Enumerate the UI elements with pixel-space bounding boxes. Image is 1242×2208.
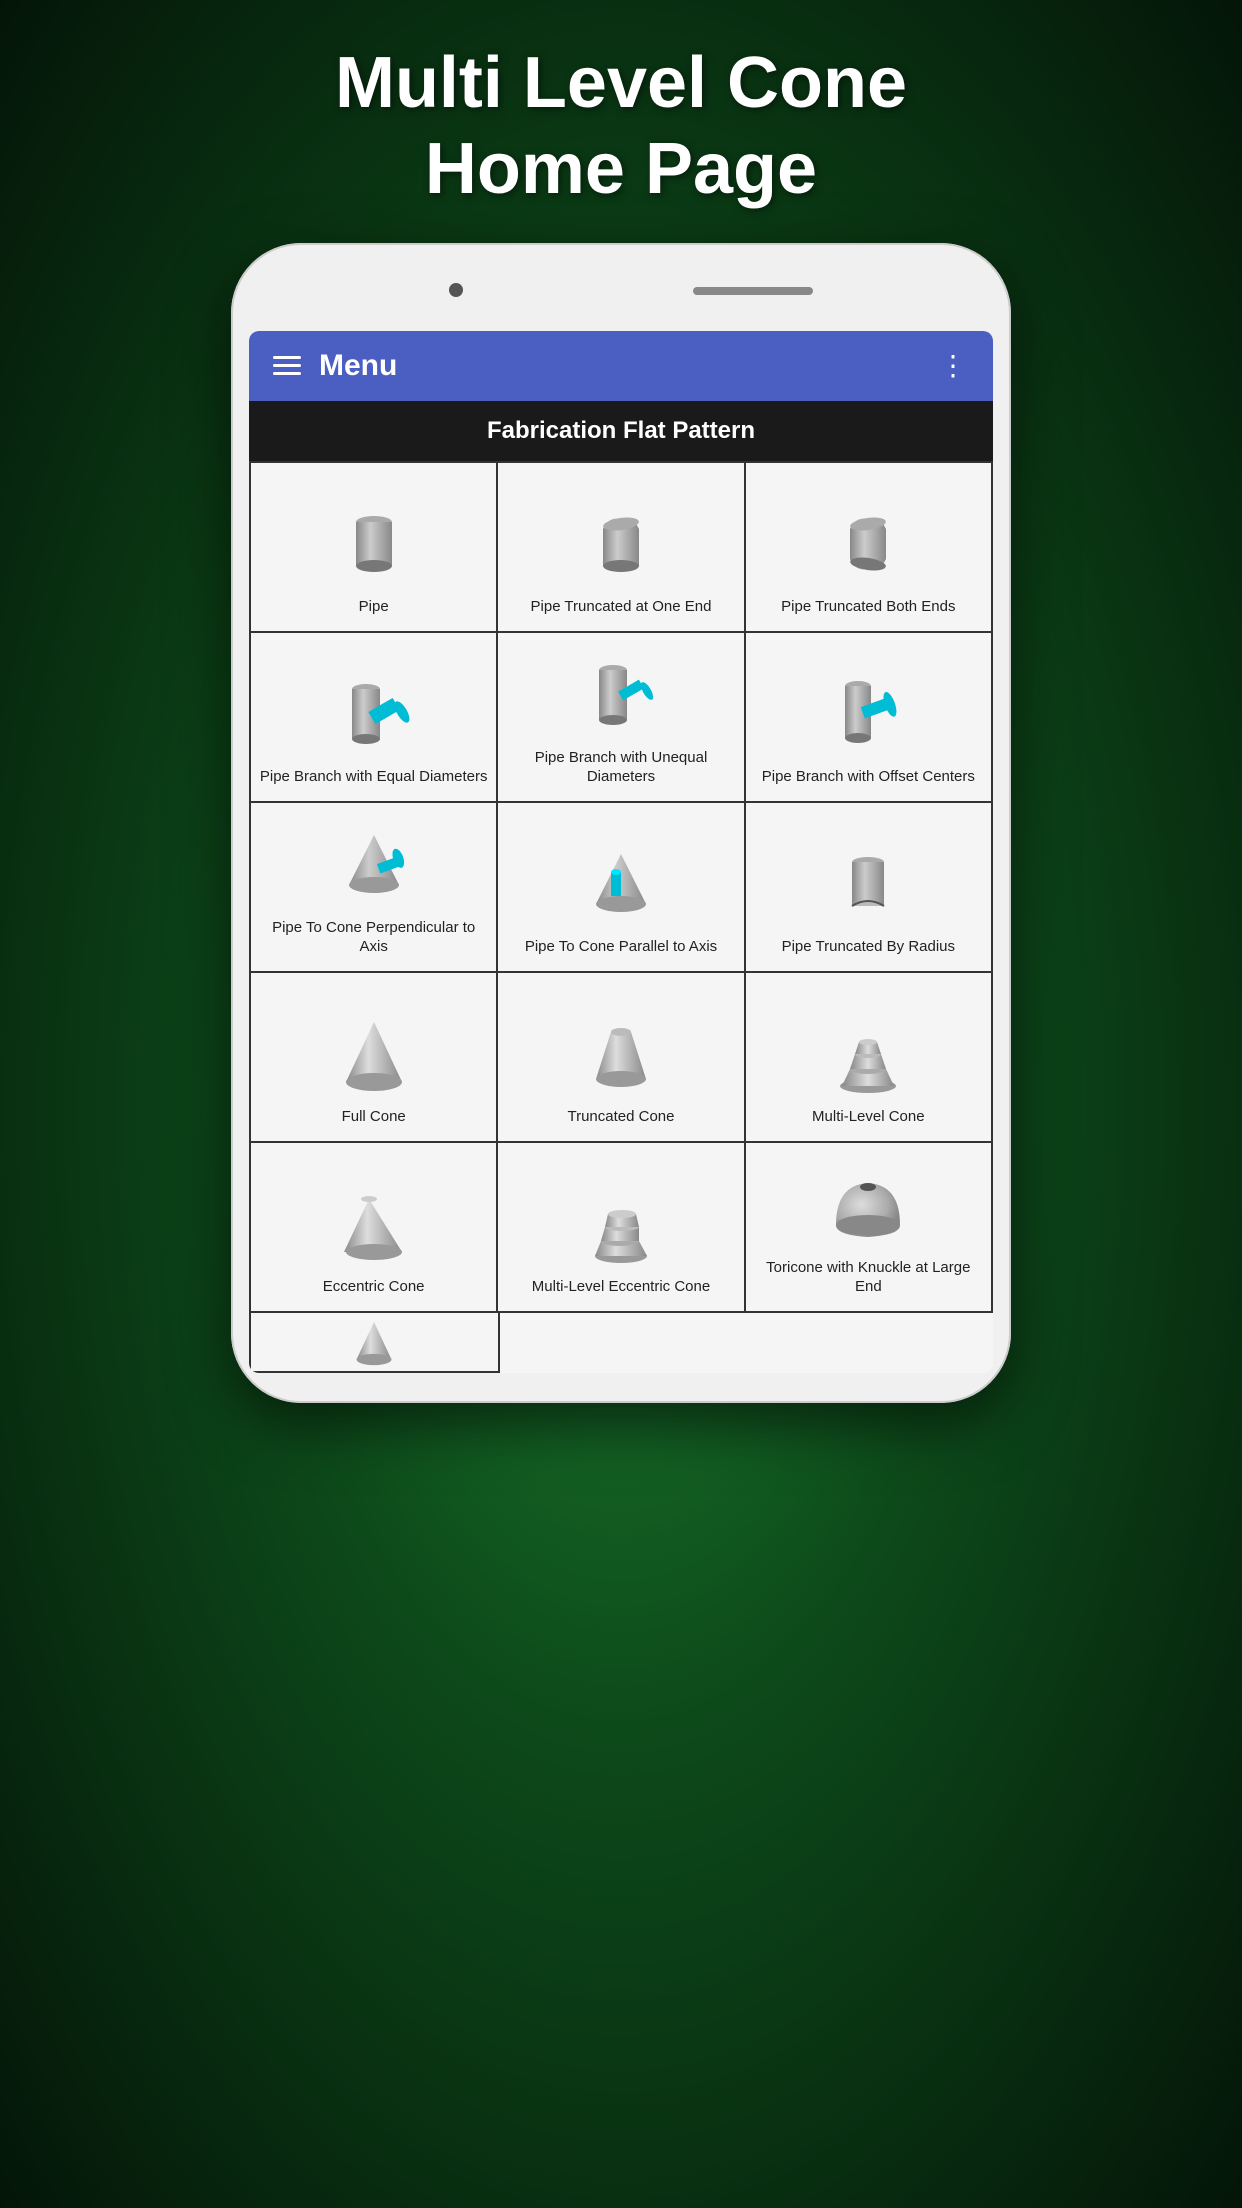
grid-item-pipe-truncated-radius[interactable]: Pipe Truncated By Radius xyxy=(746,803,993,973)
grid-item-pipe-cone-perp-label: Pipe To Cone Perpendicular to Axis xyxy=(259,918,488,957)
grid-item-truncated-cone-label: Truncated Cone xyxy=(567,1107,674,1127)
grid-item-pipe-cone-parallel[interactable]: Pipe To Cone Parallel to Axis xyxy=(498,803,745,973)
camera-icon xyxy=(449,283,463,297)
grid-item-multi-level-eccentric[interactable]: Multi-Level Eccentric Cone xyxy=(498,1143,745,1313)
grid-item-pipe-truncated-one[interactable]: Pipe Truncated at One End xyxy=(498,463,745,633)
grid-item-pipe-branch-unequal-label: Pipe Branch with Unequal Diameters xyxy=(506,748,735,787)
grid-item-full-cone-label: Full Cone xyxy=(342,1107,406,1127)
grid-item-pipe-truncated-one-label: Pipe Truncated at One End xyxy=(531,597,712,617)
grid-item-pipe-branch-offset[interactable]: Pipe Branch with Offset Centers xyxy=(746,633,993,803)
section-header: Fabrication Flat Pattern xyxy=(249,401,993,461)
grid-item-multi-level-cone-label: Multi-Level Cone xyxy=(812,1107,925,1127)
grid-item-multi-level-eccentric-label: Multi-Level Eccentric Cone xyxy=(532,1277,710,1297)
grid-item-pipe-truncated-radius-label: Pipe Truncated By Radius xyxy=(782,937,955,957)
grid-item-pipe-branch-unequal[interactable]: Pipe Branch with Unequal Diameters xyxy=(498,633,745,803)
grid-item-toricone-label: Toricone with Knuckle at Large End xyxy=(754,1258,983,1297)
grid-item-eccentric-cone-label: Eccentric Cone xyxy=(323,1277,425,1297)
grid-item-multi-level-cone[interactable]: Multi-Level Cone xyxy=(746,973,993,1143)
grid-item-pipe-label: Pipe xyxy=(359,597,389,617)
grid-item-pipe-truncated-both[interactable]: Pipe Truncated Both Ends xyxy=(746,463,993,633)
grid-item-full-cone[interactable]: Full Cone xyxy=(251,973,498,1143)
grid-item-pipe[interactable]: Pipe xyxy=(251,463,498,633)
app-header: Menu ⋮ xyxy=(249,331,993,401)
grid-item-pipe-cone-parallel-label: Pipe To Cone Parallel to Axis xyxy=(525,937,717,957)
grid-item-pipe-truncated-both-label: Pipe Truncated Both Ends xyxy=(781,597,955,617)
grid-item-eccentric-cone[interactable]: Eccentric Cone xyxy=(251,1143,498,1313)
hamburger-icon[interactable] xyxy=(273,356,301,375)
phone-screen: Menu ⋮ Fabrication Flat Pattern xyxy=(249,331,993,1373)
header-title: Menu xyxy=(319,349,397,383)
phone-wrapper: Menu ⋮ Fabrication Flat Pattern xyxy=(231,243,1011,1403)
page-title: Multi Level Cone Home Page xyxy=(335,40,907,213)
grid-item-pipe-branch-equal[interactable]: Pipe Branch with Equal Diameters xyxy=(251,633,498,803)
more-options-icon[interactable]: ⋮ xyxy=(939,349,969,382)
grid-item-pipe-branch-equal-label: Pipe Branch with Equal Diameters xyxy=(260,767,488,787)
grid-item-toricone[interactable]: Toricone with Knuckle at Large End xyxy=(746,1143,993,1313)
grid-item-pipe-cone-perp[interactable]: Pipe To Cone Perpendicular to Axis xyxy=(251,803,498,973)
grid-item-truncated-cone[interactable]: Truncated Cone xyxy=(498,973,745,1143)
speaker xyxy=(693,287,813,295)
items-grid: Pipe xyxy=(249,461,993,1313)
grid-item-pipe-branch-offset-label: Pipe Branch with Offset Centers xyxy=(762,767,975,787)
